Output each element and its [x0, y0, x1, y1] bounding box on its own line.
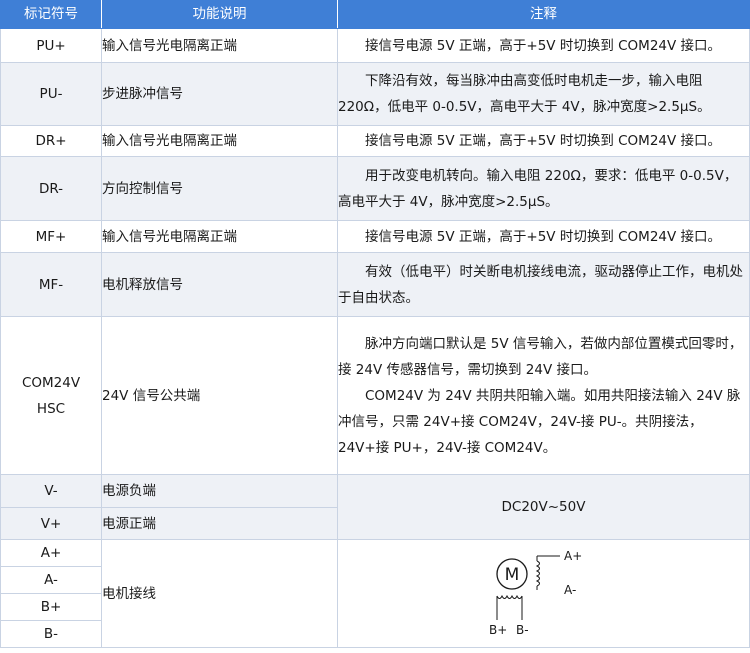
- label-a-minus: A-: [564, 583, 576, 597]
- row-symbol: PU-: [0, 62, 102, 126]
- row-note: 用于改变电机转向。输入电阻 220Ω，要求：低电平 0-0.5V，高电平大于 4…: [337, 156, 750, 221]
- row-symbol: V-: [0, 474, 102, 508]
- note-paragraph: COM24V 为 24V 共阴共阳输入端。如用共阳接法输入 24V 脉冲信号，只…: [338, 387, 741, 456]
- row-symbol: V+: [0, 507, 102, 540]
- note-paragraph: 接信号电源 5V 正端，高于+5V 时切换到 COM24V 接口。: [365, 133, 722, 149]
- row-symbol: DR+: [0, 125, 102, 157]
- label-a-plus: A+: [564, 549, 582, 563]
- motor-function: 电机接线: [101, 539, 338, 648]
- row-note: 接信号电源 5V 正端，高于+5V 时切换到 COM24V 接口。: [337, 28, 750, 63]
- row-note: 接信号电源 5V 正端，高于+5V 时切换到 COM24V 接口。: [337, 125, 750, 157]
- note-paragraph: 脉冲方向端口默认是 5V 信号输入，若做内部位置模式回零时，接 24V 传感器信…: [338, 335, 743, 378]
- row-symbol: COM24V HSC: [0, 316, 102, 475]
- table-row: COM24V HSC 24V 信号公共端 脉冲方向端口默认是 5V 信号输入，若…: [0, 316, 750, 475]
- row-function: 方向控制信号: [101, 156, 338, 221]
- header-function: 功能说明: [101, 0, 338, 29]
- row-function: 电源负端: [101, 474, 338, 508]
- label-b-minus: B-: [516, 623, 529, 637]
- note-paragraph: 有效（低电平）时关断电机接线电流，驱动器停止工作，电机处于自由状态。: [338, 263, 743, 306]
- row-note: 下降沿有效，每当脉冲由高变低时电机走一步，输入电阻 220Ω，低电平 0-0.5…: [337, 62, 750, 126]
- power-voltage-note: DC20V~50V: [337, 474, 750, 540]
- row-symbol: MF-: [0, 252, 102, 317]
- motor-symbol-b-plus: B+: [0, 593, 102, 621]
- motor-symbol-a-minus: A-: [0, 566, 102, 594]
- label-b-plus: B+: [489, 623, 507, 637]
- row-symbol: MF+: [0, 220, 102, 253]
- note-paragraph: 接信号电源 5V 正端，高于+5V 时切换到 COM24V 接口。: [365, 37, 722, 54]
- symbol-com24v: COM24V: [21, 374, 81, 391]
- row-function: 电源正端: [101, 507, 338, 540]
- motor-symbol-a-plus: A+: [0, 539, 102, 567]
- row-function: 步进脉冲信号: [101, 62, 338, 126]
- motor-wiring-diagram: M A+ A- B+ B-: [338, 548, 749, 640]
- row-note: 有效（低电平）时关断电机接线电流，驱动器停止工作，电机处于自由状态。: [337, 252, 750, 317]
- header-note: 注释: [337, 0, 750, 29]
- row-symbol: DR-: [0, 156, 102, 221]
- motor-diagram-svg: M A+ A- B+ B-: [489, 549, 582, 637]
- row-note: 脉冲方向端口默认是 5V 信号输入，若做内部位置模式回零时，接 24V 传感器信…: [337, 316, 750, 475]
- table-row: DR+ 输入信号光电隔离正端 接信号电源 5V 正端，高于+5V 时切换到 CO…: [0, 125, 750, 157]
- table-row: PU- 步进脉冲信号 下降沿有效，每当脉冲由高变低时电机走一步，输入电阻 220…: [0, 62, 750, 126]
- row-function: 电机释放信号: [101, 252, 338, 317]
- note-paragraph: 用于改变电机转向。输入电阻 220Ω，要求：低电平 0-0.5V，高电平大于 4…: [338, 167, 738, 210]
- motor-symbol-b-minus: B-: [0, 620, 102, 648]
- table-header-row: 标记符号 功能说明 注释: [0, 0, 750, 29]
- table-row: MF+ 输入信号光电隔离正端 接信号电源 5V 正端，高于+5V 时切换到 CO…: [0, 220, 750, 253]
- row-function: 24V 信号公共端: [101, 316, 338, 475]
- row-function: 输入信号光电隔离正端: [101, 220, 338, 253]
- note-paragraph: 下降沿有效，每当脉冲由高变低时电机走一步，输入电阻 220Ω，低电平 0-0.5…: [338, 73, 711, 115]
- motor-wiring-diagram-cell: M A+ A- B+ B-: [337, 539, 750, 648]
- note-paragraph: 接信号电源 5V 正端，高于+5V 时切换到 COM24V 接口。: [365, 228, 722, 245]
- motor-label: M: [505, 565, 520, 585]
- coil-b-icon: [496, 594, 523, 599]
- row-note: 接信号电源 5V 正端，高于+5V 时切换到 COM24V 接口。: [337, 220, 750, 253]
- header-symbol: 标记符号: [0, 0, 102, 29]
- table-row-power-minus: V- 电源负端 DC20V~50V: [0, 474, 750, 540]
- table-row: PU+ 输入信号光电隔离正端 接信号电源 5V 正端，高于+5V 时切换到 CO…: [0, 28, 750, 63]
- row-function: 输入信号光电隔离正端: [101, 28, 338, 63]
- symbol-hsc: HSC: [36, 400, 66, 417]
- table-row: DR- 方向控制信号 用于改变电机转向。输入电阻 220Ω，要求：低电平 0-0…: [0, 156, 750, 221]
- row-function: 输入信号光电隔离正端: [101, 125, 338, 157]
- table-row: MF- 电机释放信号 有效（低电平）时关断电机接线电流，驱动器停止工作，电机处于…: [0, 252, 750, 317]
- table-row-motor: A+ 电机接线 M A+ A- B+ B-: [0, 539, 750, 648]
- coil-a-icon: [535, 560, 540, 586]
- row-symbol: PU+: [0, 28, 102, 63]
- signal-spec-table: 标记符号 功能说明 注释 PU+ 输入信号光电隔离正端 接信号电源 5V 正端，…: [0, 0, 750, 648]
